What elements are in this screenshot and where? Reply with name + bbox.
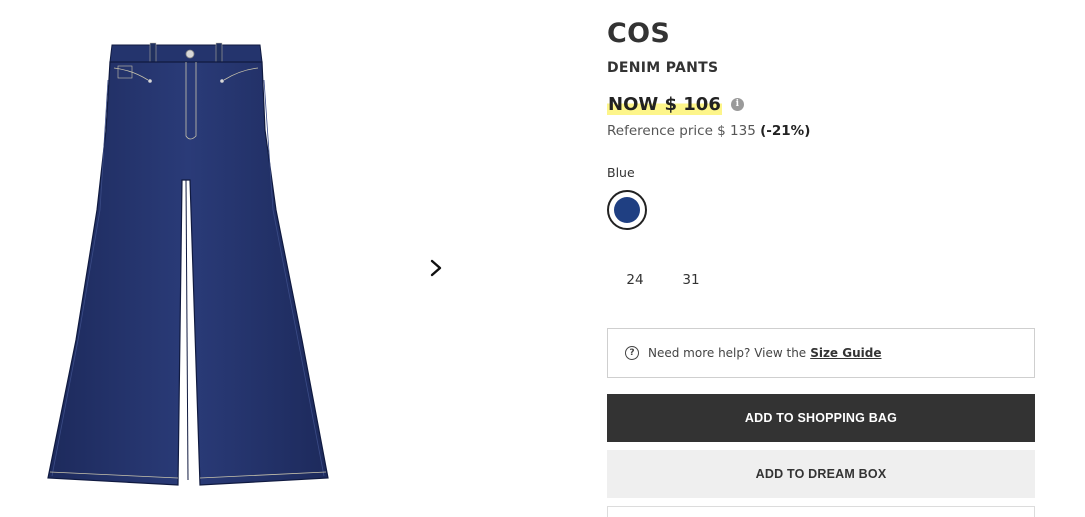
reference-price-label: Reference price $ 135 bbox=[607, 123, 756, 139]
reference-price: Reference price $ 135 (-21%) bbox=[607, 123, 810, 139]
size-help-box: ? Need more help? View the Size Guide bbox=[607, 328, 1035, 378]
brand-name: COS bbox=[607, 18, 671, 49]
discount-badge: (-21%) bbox=[760, 123, 811, 139]
size-option-31[interactable]: 31 bbox=[663, 266, 719, 294]
add-to-dream-box-button[interactable]: ADD TO DREAM BOX bbox=[607, 450, 1035, 498]
price-row: NOW $ 106 i bbox=[607, 92, 744, 116]
next-section-box bbox=[607, 506, 1035, 517]
color-swatch-dot bbox=[614, 197, 640, 223]
size-selector: 24 31 bbox=[607, 266, 719, 294]
size-option-24[interactable]: 24 bbox=[607, 266, 663, 294]
question-icon: ? bbox=[625, 346, 639, 360]
help-text: Need more help? View the bbox=[648, 346, 807, 360]
product-image bbox=[47, 42, 329, 486]
product-gallery bbox=[0, 0, 470, 517]
color-swatch-blue[interactable] bbox=[607, 190, 647, 230]
chevron-right-icon[interactable] bbox=[426, 257, 446, 279]
color-label: Blue bbox=[607, 165, 635, 180]
sale-price: NOW $ 106 bbox=[607, 93, 722, 115]
product-name: DENIM PANTS bbox=[607, 60, 719, 76]
info-icon[interactable]: i bbox=[730, 97, 744, 111]
size-guide-link[interactable]: Size Guide bbox=[810, 346, 881, 360]
add-to-bag-button[interactable]: ADD TO SHOPPING BAG bbox=[607, 394, 1035, 442]
